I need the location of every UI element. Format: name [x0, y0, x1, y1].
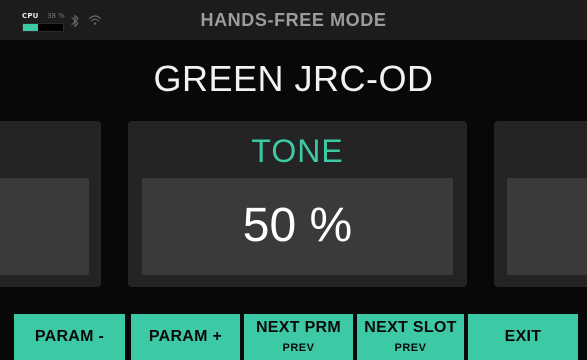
- param-minus-button[interactable]: PARAM -: [14, 314, 125, 360]
- block-name: GREEN JRC-OD: [153, 58, 434, 99]
- next-slot-sub-label: PREV: [394, 342, 427, 354]
- previous-param-card[interactable]: [0, 121, 101, 287]
- status-bar: CPU 38 % HANDS-FREE MODE: [0, 0, 587, 40]
- exit-label: EXIT: [504, 328, 542, 345]
- exit-button[interactable]: EXIT: [468, 314, 578, 360]
- hands-free-screen: CPU 38 % HANDS-FREE MODE GREEN JRC-OD TO…: [0, 0, 587, 360]
- next-slot-button[interactable]: NEXT SLOT PREV: [357, 314, 464, 360]
- next-prm-label: NEXT PRM: [255, 319, 342, 336]
- param-value: 50 %: [242, 199, 353, 252]
- mode-title: HANDS-FREE MODE: [200, 10, 387, 30]
- param-minus-label: PARAM -: [34, 328, 105, 345]
- next-prm-button[interactable]: NEXT PRM PREV: [244, 314, 353, 360]
- next-param-value-box: 1: [507, 178, 587, 275]
- param-value-box: 50 %: [142, 178, 453, 275]
- current-param-card[interactable]: TONE 50 %: [128, 121, 467, 287]
- previous-param-value-box: [0, 178, 89, 275]
- next-param-card[interactable]: 1: [494, 121, 587, 287]
- next-slot-label: NEXT SLOT: [364, 319, 457, 336]
- next-prm-sub-label: PREV: [282, 342, 315, 354]
- param-name: TONE: [251, 133, 344, 169]
- param-plus-label: PARAM +: [148, 328, 223, 345]
- param-plus-button[interactable]: PARAM +: [131, 314, 240, 360]
